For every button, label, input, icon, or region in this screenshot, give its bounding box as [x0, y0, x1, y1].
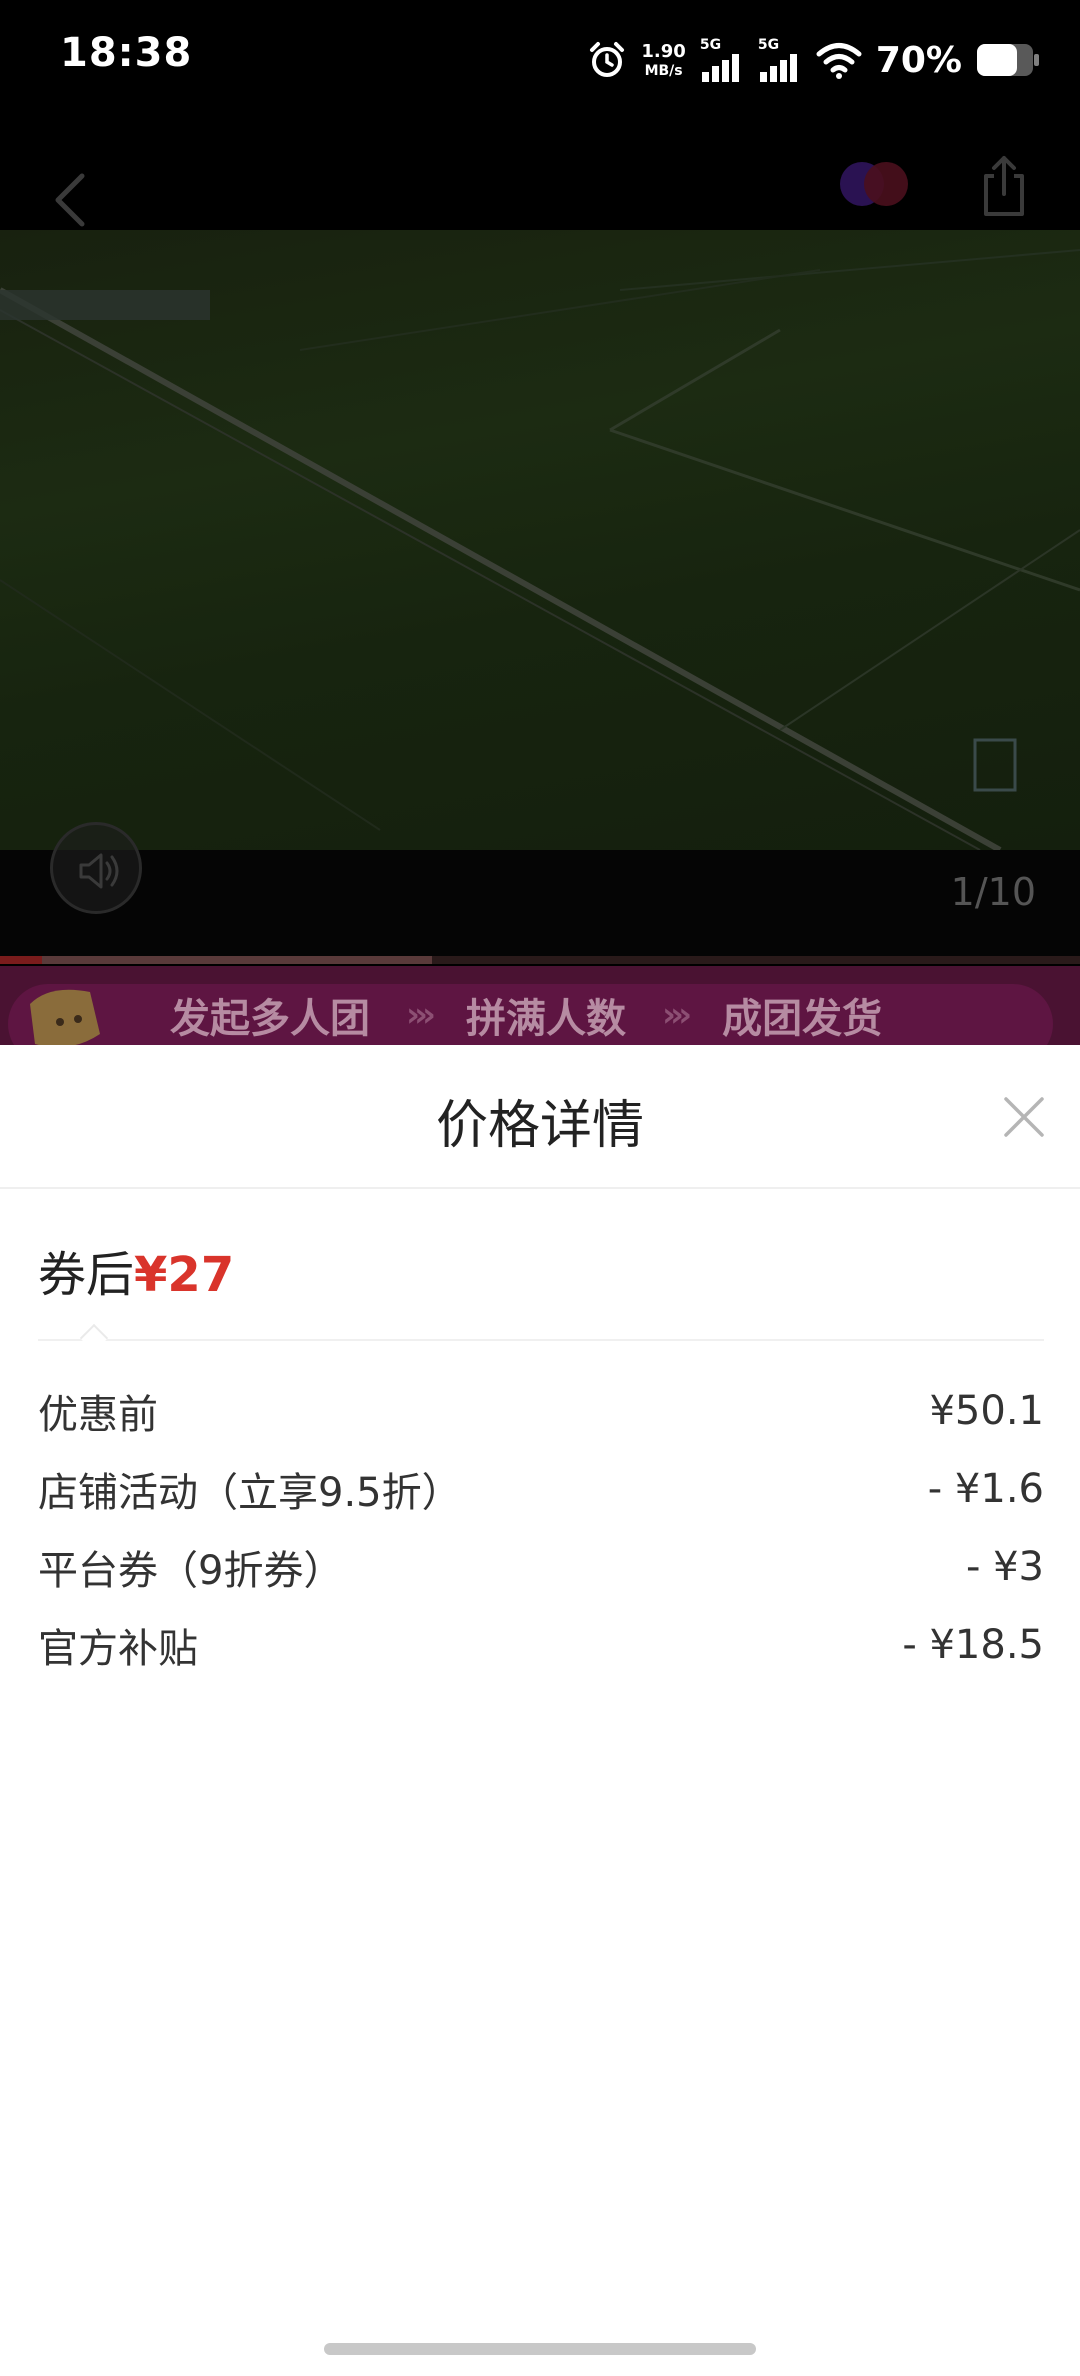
- home-indicator[interactable]: [324, 2343, 756, 2355]
- wifi-icon: [816, 43, 862, 79]
- price-row-store-promo: 店铺活动（立享9.5折） - ¥1.6: [38, 1459, 1044, 1519]
- share-icon[interactable]: [968, 150, 1040, 222]
- sheet-title: 价格详情: [435, 1096, 644, 1156]
- price-row-label: 店铺活动（立享9.5折）: [38, 1470, 462, 1516]
- chevrons-icon: ›››: [406, 995, 436, 1035]
- price-row-label: 优惠前: [38, 1392, 158, 1438]
- price-row-official-subsidy: 官方补贴 - ¥18.5: [38, 1615, 1044, 1675]
- price-row-label: 平台券（9折券）: [38, 1548, 344, 1594]
- price-row-value: - ¥18.5: [902, 1622, 1044, 1668]
- group-buy-banner[interactable]: 发起多人团 ››› 拼满人数 ››› 成团发货: [0, 966, 1080, 1046]
- sim2-label: 5G: [757, 37, 780, 53]
- video-controls-bar: [0, 850, 1080, 960]
- mascot-icon: [30, 989, 100, 1046]
- price-row-value: - ¥3: [965, 1544, 1044, 1590]
- divider-notch: [79, 1323, 109, 1353]
- price-row-platform-coupon: 平台券（9折券） - ¥3: [38, 1537, 1044, 1597]
- signal-icon: [701, 54, 739, 82]
- status-icons: 1.90 MB/s 5G 5G 70%: [587, 34, 1040, 86]
- close-icon[interactable]: [1000, 1093, 1048, 1141]
- net-speed-unit: MB/s: [644, 62, 683, 79]
- final-price: 券后¥27: [38, 1235, 234, 1305]
- final-price-label: 券后: [38, 1247, 135, 1303]
- status-time: 18:38: [60, 30, 193, 76]
- final-price-value: ¥27: [134, 1247, 235, 1303]
- sim1-signal: 5G: [700, 38, 744, 82]
- sound-toggle[interactable]: [50, 822, 142, 914]
- price-row-value: - ¥1.6: [927, 1466, 1044, 1512]
- sim1-label: 5G: [699, 37, 722, 53]
- sim2-signal: 5G: [758, 38, 802, 82]
- chevrons-icon: ›››: [662, 995, 692, 1035]
- group-step-1: 发起多人团: [170, 996, 370, 1042]
- group-step-3: 成团发货: [722, 996, 883, 1042]
- sheet-header: 价格详情: [0, 1045, 1080, 1189]
- video-progress-head: [0, 956, 42, 964]
- sound-icon: [79, 853, 119, 889]
- group-buy-steps: 发起多人团 ››› 拼满人数 ››› 成团发货: [170, 986, 882, 1044]
- video-progress-fill: [0, 956, 432, 964]
- divider: [38, 1339, 1044, 1341]
- net-speed: 1.90 MB/s: [641, 40, 686, 79]
- price-details-sheet: 价格详情 券后¥27 优惠前 ¥50.1 店铺活动（立享9.5折） - ¥1.6…: [0, 1045, 1080, 2376]
- net-speed-value: 1.90: [641, 40, 686, 62]
- video-frame: [0, 249, 1080, 850]
- product-video[interactable]: [0, 230, 1080, 850]
- price-row-value: ¥50.1: [929, 1388, 1044, 1434]
- back-icon[interactable]: [34, 158, 114, 238]
- product-topbar: [0, 120, 1080, 230]
- price-row-original: 优惠前 ¥50.1: [38, 1381, 1044, 1441]
- status-bar: 18:38 1.90 MB/s 5G 5G 70%: [0, 0, 1080, 120]
- battery-icon: [977, 44, 1039, 76]
- alarm-icon: [590, 42, 625, 77]
- media-page-counter: 1/10: [950, 870, 1036, 914]
- brand-logo: [840, 162, 908, 206]
- group-step-2: 拼满人数: [466, 996, 627, 1042]
- signal-icon: [759, 54, 797, 82]
- battery-percent: 70%: [875, 39, 962, 81]
- price-row-label: 官方补贴: [38, 1626, 198, 1672]
